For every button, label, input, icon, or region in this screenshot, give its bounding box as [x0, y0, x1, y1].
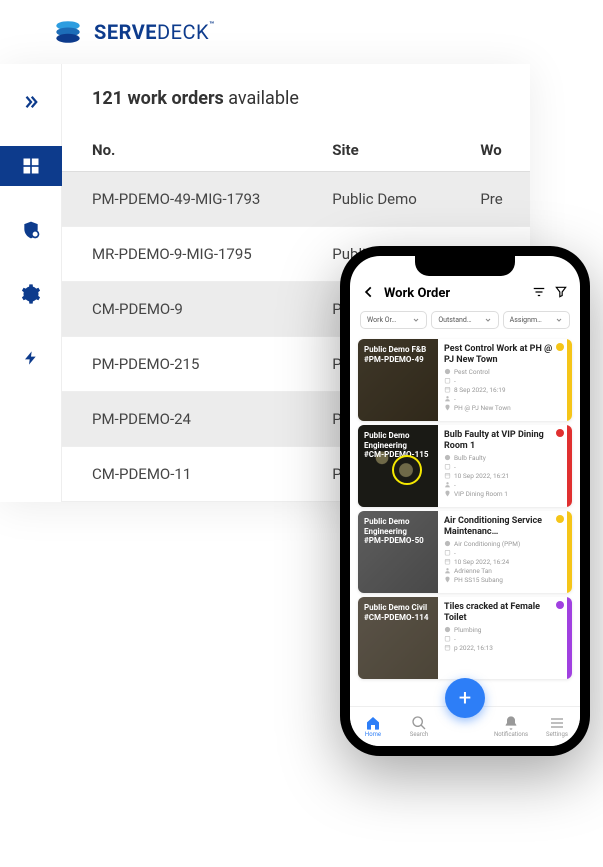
logo-area: SERVEDECK™	[0, 0, 603, 64]
phone-title: Work Order	[384, 286, 524, 301]
card-location: PH @ PJ New Town	[444, 404, 561, 412]
card-assignee: -	[444, 395, 561, 403]
card-location: PH SS15 Subang	[444, 576, 561, 584]
cell-no: PM-PDEMO-24	[62, 392, 302, 447]
card-extra: -	[444, 377, 561, 385]
card-body: Pest Control Work at PH @ PJ New Town Pes…	[438, 339, 567, 421]
sidebar	[0, 64, 62, 502]
cell-no: PM-PDEMO-215	[62, 337, 302, 392]
card-body: Air Conditioning Service Maintenanc… Air …	[438, 511, 567, 593]
menu-icon	[549, 715, 565, 731]
card-title: Pest Control Work at PH @ PJ New Town	[444, 344, 561, 366]
status-dot	[556, 343, 564, 351]
col-wo[interactable]: Wo	[450, 129, 530, 172]
logo-icon	[50, 14, 86, 50]
sidebar-dashboard[interactable]	[0, 146, 62, 186]
card-date: 10 Sep 2022, 16:24	[444, 558, 561, 566]
cell-wo: Pre	[450, 172, 530, 227]
card-thumbnail: Public Demo Civil#CM-PDEMO-114	[358, 597, 438, 679]
phone-frame: Work Order Work Or…Outstand… Assignm… Pub…	[340, 246, 590, 756]
card-assignee: -	[444, 481, 561, 489]
card-assignee: Adrienne Tan	[444, 567, 561, 575]
col-no[interactable]: No.	[62, 129, 302, 172]
card-body: Tiles cracked at Female Toilet Plumbing-p…	[438, 597, 567, 679]
card-date: p 2022, 16:13	[444, 644, 561, 652]
card-extra: -	[444, 635, 561, 643]
col-site[interactable]: Site	[302, 129, 450, 172]
filter-pill[interactable]: Assignm…	[503, 311, 570, 329]
priority-stripe	[567, 425, 572, 507]
card-extra: -	[444, 463, 561, 471]
tab-settings[interactable]: Settings	[535, 715, 579, 738]
phone-filters: Work Or…Outstand… Assignm…	[350, 311, 580, 335]
card-thumbnail: Public Demo F&B#PM-PDEMO-49	[358, 339, 438, 421]
card-thumbnail: Public Demo Engineering#CM-PDEMO-115	[358, 425, 438, 507]
priority-stripe	[567, 511, 572, 593]
status-dot	[556, 601, 564, 609]
sidebar-security[interactable]	[11, 210, 51, 250]
card-title: Tiles cracked at Female Toilet	[444, 602, 561, 624]
card-location: VIP Dining Room 1	[444, 490, 561, 498]
work-order-card[interactable]: Public Demo Engineering#CM-PDEMO-115Bulb…	[358, 425, 572, 507]
sidebar-bolt[interactable]	[11, 338, 51, 378]
card-list: Public Demo F&B#PM-PDEMO-49Pest Control …	[350, 339, 580, 679]
priority-stripe	[567, 339, 572, 421]
work-order-card[interactable]: Public Demo Engineering#PM-PDEMO-50Air C…	[358, 511, 572, 593]
cell-no: PM-PDEMO-49-MIG-1793	[62, 172, 302, 227]
card-date: 8 Sep 2022, 16:19	[444, 386, 561, 394]
card-thumbnail: Public Demo Engineering#PM-PDEMO-50	[358, 511, 438, 593]
filter-pill[interactable]: Work Or…	[360, 311, 427, 329]
table-row[interactable]: PM-PDEMO-49-MIG-1793Public DemoPre	[62, 172, 530, 227]
sidebar-settings[interactable]	[11, 274, 51, 314]
fab-add[interactable]: +	[445, 678, 485, 718]
card-type: Bulb Faulty	[444, 454, 561, 462]
status-dot	[556, 515, 564, 523]
sort-icon[interactable]	[532, 284, 546, 303]
cell-no: CM-PDEMO-9	[62, 282, 302, 337]
back-icon[interactable]	[362, 284, 376, 303]
tab-search[interactable]: Search	[397, 715, 441, 738]
work-order-count: 121 work orders available	[92, 88, 530, 109]
tab-notifications[interactable]: Notifications	[489, 715, 533, 738]
priority-stripe	[567, 597, 572, 679]
filter-icon[interactable]	[554, 284, 568, 303]
card-type: Pest Control	[444, 368, 561, 376]
work-order-card[interactable]: Public Demo F&B#PM-PDEMO-49Pest Control …	[358, 339, 572, 421]
card-date: 10 Sep 2022, 16:21	[444, 472, 561, 480]
card-extra: -	[444, 549, 561, 557]
card-title: Air Conditioning Service Maintenanc…	[444, 516, 561, 538]
card-type: Plumbing	[444, 626, 561, 634]
card-type: Air Conditioning (PPM)	[444, 540, 561, 548]
cell-no: MR-PDEMO-9-MIG-1795	[62, 227, 302, 282]
work-order-card[interactable]: Public Demo Civil#CM-PDEMO-114Tiles crac…	[358, 597, 572, 679]
logo-text: SERVEDECK™	[94, 20, 215, 44]
phone-notch	[415, 256, 515, 276]
status-dot	[556, 429, 564, 437]
home-icon	[365, 715, 381, 731]
cell-no: CM-PDEMO-11	[62, 447, 302, 502]
search-icon	[411, 715, 427, 731]
sidebar-expand[interactable]	[11, 82, 51, 122]
filter-pill[interactable]: Outstand…	[431, 311, 498, 329]
bell-icon	[503, 715, 519, 731]
tab-home[interactable]: Home	[351, 715, 395, 738]
cell-site: Public Demo	[302, 172, 450, 227]
card-title: Bulb Faulty at VIP Dining Room 1	[444, 430, 561, 452]
card-body: Bulb Faulty at VIP Dining Room 1 Bulb Fau…	[438, 425, 567, 507]
